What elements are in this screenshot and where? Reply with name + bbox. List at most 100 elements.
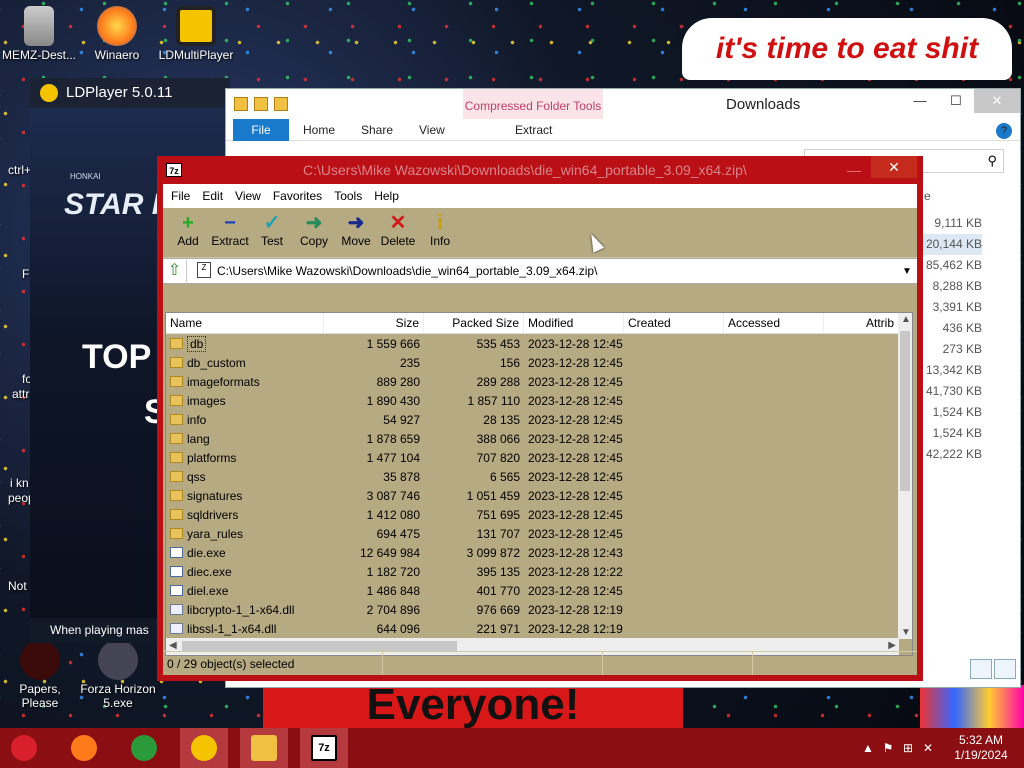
table-row[interactable]: db_custom 235 156 2023-12-28 12:45 xyxy=(166,354,899,373)
volume-muted-icon[interactable]: ✕ xyxy=(918,741,938,755)
scrollbar-thumb[interactable] xyxy=(900,331,910,491)
vertical-scrollbar[interactable]: ▲ ▼ xyxy=(898,313,912,639)
desktop-icon-papers-please[interactable]: Papers, Please xyxy=(0,640,80,710)
taskbar-start-button[interactable] xyxy=(0,728,48,768)
size-cell[interactable]: 1,524 KB xyxy=(922,423,982,444)
menu-favorites[interactable]: Favorites xyxy=(267,189,328,203)
size-cell[interactable]: 273 KB xyxy=(922,339,982,360)
size-cell[interactable]: 1,524 KB xyxy=(922,402,982,423)
column-packed-size[interactable]: Packed Size xyxy=(424,313,524,333)
desktop-icon-memz[interactable]: MEMZ-Dest... xyxy=(0,6,78,62)
menu-help[interactable]: Help xyxy=(368,189,405,203)
size-cell[interactable]: 20,144 KB xyxy=(922,234,982,255)
tab-file[interactable]: File xyxy=(233,119,289,141)
toolbar-copy-button[interactable]: ➜ Copy xyxy=(293,208,335,257)
new-folder-icon[interactable] xyxy=(274,97,288,111)
column-name[interactable]: Name xyxy=(166,313,324,333)
quick-access-toolbar[interactable] xyxy=(234,97,294,114)
close-icon[interactable]: ✕ xyxy=(871,156,917,178)
desktop-label-attr[interactable]: attr xyxy=(12,387,29,401)
tab-view[interactable]: View xyxy=(419,123,445,137)
table-row[interactable]: diec.exe 1 182 720 395 135 2023-12-28 12:22 xyxy=(166,563,899,582)
up-folder-icon[interactable]: ⇧ xyxy=(163,260,187,282)
column-created[interactable]: Created xyxy=(624,313,724,333)
toolbar-add-button[interactable]: + Add xyxy=(167,208,209,257)
taskbar-firefox-button[interactable] xyxy=(60,728,108,768)
column-attrib[interactable]: Attrib xyxy=(824,313,899,333)
table-row[interactable]: db 1 559 666 535 453 2023-12-28 12:45 xyxy=(166,335,899,354)
desktop-icon-forza[interactable]: Forza Horizon 5.exe xyxy=(80,640,156,710)
column-size[interactable]: Size xyxy=(324,313,424,333)
table-row[interactable]: info 54 927 28 135 2023-12-28 12:45 xyxy=(166,411,899,430)
sevenzip-titlebar[interactable]: 7z C:\Users\Mike Wazowski\Downloads\die_… xyxy=(163,156,917,184)
taskbar-7-zip-button[interactable]: 7z xyxy=(300,728,348,768)
large-icons-view-icon[interactable] xyxy=(994,659,1016,679)
taskbar-file-explorer-button[interactable] xyxy=(240,728,288,768)
menu-edit[interactable]: Edit xyxy=(196,189,229,203)
size-cell[interactable]: 41,730 KB xyxy=(922,381,982,402)
details-view-icon[interactable] xyxy=(970,659,992,679)
table-row[interactable]: signatures 3 087 746 1 051 459 2023-12-28 1… xyxy=(166,487,899,506)
table-row[interactable]: libcrypto-1_1-x64.dll 2 704 896 976 669 202… xyxy=(166,601,899,620)
table-row[interactable]: diel.exe 1 486 848 401 770 2023-12-28 12:45 xyxy=(166,582,899,601)
tab-share[interactable]: Share xyxy=(361,123,393,137)
desktop-icon-ldmultiplayer[interactable]: LDMultiPlayer xyxy=(156,6,236,62)
column-accessed[interactable]: Accessed xyxy=(724,313,824,333)
menu-file[interactable]: File xyxy=(165,189,196,203)
chevron-up-icon[interactable]: ▲ xyxy=(858,741,878,755)
ldplayer-titlebar[interactable]: LDPlayer 5.0.11 xyxy=(30,78,230,108)
properties-icon[interactable] xyxy=(254,97,268,111)
folder-icon[interactable] xyxy=(234,97,248,111)
toolbar-test-button[interactable]: ✓ Test xyxy=(251,208,293,257)
size-cell[interactable]: 8,288 KB xyxy=(922,276,982,297)
address-bar[interactable]: ⇧ Z C:\Users\Mike Wazowski\Downloads\die… xyxy=(163,258,917,284)
scroll-down-icon[interactable]: ▼ xyxy=(901,627,911,638)
menu-tools[interactable]: Tools xyxy=(328,189,368,203)
minimize-icon[interactable]: — xyxy=(902,89,938,113)
scroll-right-icon[interactable]: ▶ xyxy=(888,640,896,651)
size-cell[interactable]: 9,111 KB xyxy=(922,213,982,234)
size-cell[interactable]: 436 KB xyxy=(922,318,982,339)
table-row[interactable]: sqldrivers 1 412 080 751 695 2023-12-28 12:… xyxy=(166,506,899,525)
compressed-folder-tools-tab[interactable]: Compressed Folder Tools xyxy=(463,89,603,119)
minimize-icon[interactable]: — xyxy=(847,156,861,184)
table-row[interactable]: images 1 890 430 1 857 110 2023-12-28 12:45 xyxy=(166,392,899,411)
size-cell[interactable]: 13,342 KB xyxy=(922,360,982,381)
toolbar-info-button[interactable]: i Info xyxy=(419,208,461,257)
toolbar-move-button[interactable]: ➜ Move xyxy=(335,208,377,257)
table-row[interactable]: yara_rules 694 475 131 707 2023-12-28 12:45 xyxy=(166,525,899,544)
size-cell[interactable]: 3,391 KB xyxy=(922,297,982,318)
network-icon[interactable]: ⊞ xyxy=(898,741,918,755)
column-modified[interactable]: Modified xyxy=(524,313,624,333)
flag-icon[interactable]: ⚑ xyxy=(878,741,898,755)
explorer-titlebar[interactable]: Compressed Folder Tools Downloads — ☐ ✕ xyxy=(226,89,1020,119)
desktop-label-not[interactable]: Not xyxy=(8,579,27,593)
scroll-up-icon[interactable]: ▲ xyxy=(901,314,911,325)
size-cell[interactable]: 85,462 KB xyxy=(922,255,982,276)
file-list[interactable]: Name Size Packed Size Modified Created A… xyxy=(165,312,913,656)
table-row[interactable]: libssl-1_1-x64.dll 644 096 221 971 2023-12-… xyxy=(166,620,899,639)
chevron-down-icon[interactable]: ▼ xyxy=(897,266,917,277)
scroll-left-icon[interactable]: ◀ xyxy=(169,640,177,651)
tab-home[interactable]: Home xyxy=(303,123,335,137)
desktop-icon-winaero[interactable]: Winaero xyxy=(78,6,156,62)
help-icon[interactable]: ? xyxy=(996,123,1012,139)
close-icon[interactable]: ✕ xyxy=(974,89,1020,113)
size-cell[interactable]: 42,222 KB xyxy=(922,444,982,465)
address-path[interactable]: Z C:\Users\Mike Wazowski\Downloads\die_w… xyxy=(187,262,897,278)
column-header-fragment[interactable]: e xyxy=(924,189,931,203)
taskbar-chrome-button[interactable] xyxy=(120,728,168,768)
maximize-icon[interactable]: ☐ xyxy=(938,89,974,113)
taskbar-ldplayer-button[interactable] xyxy=(180,728,228,768)
table-row[interactable]: imageformats 889 280 289 288 2023-12-28 12:… xyxy=(166,373,899,392)
table-row[interactable]: qss 35 878 6 565 2023-12-28 12:45 xyxy=(166,468,899,487)
tab-extract[interactable]: Extract xyxy=(515,123,552,137)
desktop-label-ikn[interactable]: i kn xyxy=(10,476,29,490)
table-row[interactable]: die.exe 12 649 984 3 099 872 2023-12-28 12:… xyxy=(166,544,899,563)
table-row[interactable]: platforms 1 477 104 707 820 2023-12-28 12:4… xyxy=(166,449,899,468)
table-row[interactable]: lang 1 878 659 388 066 2023-12-28 12:45 xyxy=(166,430,899,449)
sevenzip-window[interactable]: 7z C:\Users\Mike Wazowski\Downloads\die_… xyxy=(157,156,923,681)
clock[interactable]: 5:32 AM 1/19/2024 xyxy=(946,733,1016,763)
menu-view[interactable]: View xyxy=(229,189,267,203)
toolbar-extract-button[interactable]: − Extract xyxy=(209,208,251,257)
